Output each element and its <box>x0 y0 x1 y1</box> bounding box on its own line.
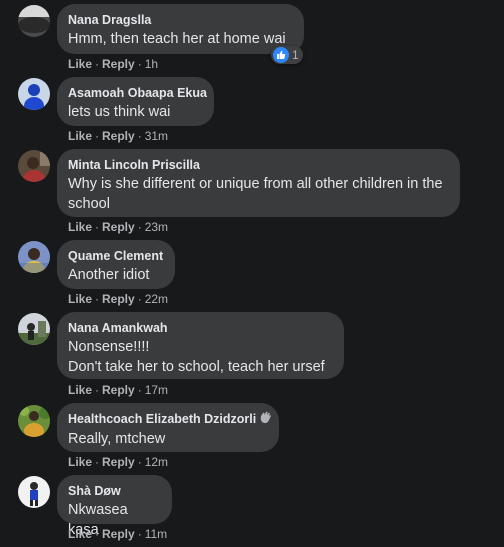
comment-author[interactable]: Minta Lincoln Priscilla <box>68 157 448 173</box>
avatar[interactable] <box>18 5 50 37</box>
comment-author[interactable]: Shà Døw <box>68 483 160 499</box>
like-button[interactable]: Like <box>68 455 92 469</box>
comment-author[interactable]: Nana Dragslla <box>68 12 292 28</box>
comment-text: Hmm, then teach her at home wai <box>68 31 286 47</box>
comment-timestamp[interactable]: 23m <box>145 220 168 234</box>
comment-timestamp[interactable]: 31m <box>145 129 168 143</box>
comment-timestamp[interactable]: 12m <box>145 455 168 469</box>
comment-author[interactable]: Quame Clement <box>68 248 163 264</box>
reply-button[interactable]: Reply <box>102 129 135 143</box>
comment-bubble: Nana Amankwah Nonsense!!!! Don't take he… <box>57 312 344 379</box>
comment-timestamp[interactable]: 11m <box>145 527 167 541</box>
avatar[interactable] <box>18 313 50 345</box>
avatar[interactable] <box>18 78 50 110</box>
comment-bubble: Shà Døw Nkwasea kasa <box>57 475 172 538</box>
reply-button[interactable]: Reply <box>102 455 135 469</box>
comment-bubble: Asamoah Obaapa Ekua lets us think wai <box>57 77 214 126</box>
reply-button[interactable]: Reply <box>102 220 135 234</box>
comment-text: Another idiot <box>68 267 150 283</box>
comment-actions: Like · Reply · 12m <box>68 455 169 469</box>
comment-actions: Like · Reply · 11m <box>68 527 168 541</box>
avatar[interactable] <box>18 241 50 273</box>
comment-text: Really, mtchew <box>68 431 166 448</box>
comment-bubble: Nana Dragslla Hmm, then teach her at hom… <box>57 4 304 54</box>
avatar[interactable] <box>18 476 50 508</box>
comment-list: Nana Dragslla Hmm, then teach her at hom… <box>0 0 504 547</box>
comment-text: lets us think wai <box>68 104 171 120</box>
like-button[interactable]: Like <box>68 220 92 234</box>
reaction-count: 1 <box>292 48 299 62</box>
waving-hand-icon <box>259 411 272 428</box>
comment-bubble: Minta Lincoln Priscilla Why is she diffe… <box>57 149 460 217</box>
like-button[interactable]: Like <box>68 527 92 541</box>
comment-author[interactable]: Asamoah Obaapa Ekua <box>68 85 207 101</box>
comment-bubble: Quame Clement Another idiot <box>57 240 175 289</box>
reply-button[interactable]: Reply <box>102 527 135 541</box>
avatar[interactable] <box>18 405 50 437</box>
avatar[interactable] <box>18 150 50 182</box>
like-button[interactable]: Like <box>68 383 92 397</box>
comment-actions: Like · Reply · 1h <box>68 57 159 71</box>
comment-bubble: Healthcoach Elizabeth Dzidzorli Really, … <box>57 403 279 452</box>
like-button[interactable]: Like <box>68 57 92 71</box>
comment-actions: Like · Reply · 17m <box>68 383 169 397</box>
comment-timestamp[interactable]: 22m <box>145 292 168 306</box>
comment-actions: Like · Reply · 31m <box>68 129 169 143</box>
comment-timestamp[interactable]: 1h <box>145 57 158 71</box>
comment-author[interactable]: Nana Amankwah <box>68 320 332 336</box>
comment-text: Nonsense!!!! Don't take her to school, t… <box>68 339 325 375</box>
reply-button[interactable]: Reply <box>102 57 135 71</box>
thumbs-up-icon <box>273 47 289 63</box>
like-button[interactable]: Like <box>68 129 92 143</box>
comment-author[interactable]: Healthcoach Elizabeth Dzidzorli <box>68 411 272 428</box>
comment-actions: Like · Reply · 22m <box>68 292 169 306</box>
comment-text: Why is she different or unique from all … <box>68 176 443 212</box>
comment-timestamp[interactable]: 17m <box>145 383 168 397</box>
comment-actions: Like · Reply · 23m <box>68 220 169 234</box>
reply-button[interactable]: Reply <box>102 383 135 397</box>
reaction-badge[interactable]: 1 <box>271 46 303 64</box>
reply-button[interactable]: Reply <box>102 292 135 306</box>
like-button[interactable]: Like <box>68 292 92 306</box>
